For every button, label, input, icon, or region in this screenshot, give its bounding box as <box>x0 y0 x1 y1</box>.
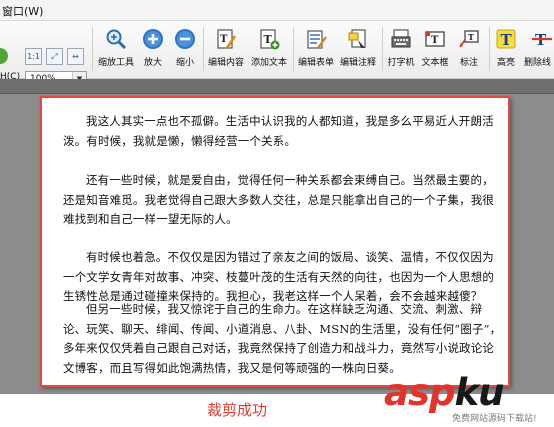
fit-width-button[interactable]: ↔ <box>67 48 84 65</box>
highlight-button[interactable]: T 高亮 <box>491 24 521 74</box>
partial-green-icon[interactable] <box>0 48 8 64</box>
zoom-tool-label: 缩放工具 <box>97 58 134 68</box>
actual-size-button[interactable]: 1:1 <box>25 48 42 65</box>
workspace-top-strip <box>0 79 554 94</box>
paragraph-4: 但另一些时候，我又惊诧于自己的生命力。在这样缺乏沟通、交流、刺激、辩论、玩笑、聊… <box>63 302 502 375</box>
add-text-label: 添加文本 <box>250 58 287 68</box>
callout-label: 标注 <box>459 58 478 68</box>
callout-icon: T <box>459 30 479 48</box>
plus-circle-icon <box>143 29 163 49</box>
textbox-label: 文本框 <box>421 58 449 68</box>
document-workspace[interactable]: 我这人其实一点也不孤僻。生活中认识我的人都知道，我是多么平易近人开朗活泼。有时候… <box>0 79 554 394</box>
watermark-subtitle: 免费网站源码下载站! <box>452 414 537 424</box>
edit-annotation-icon <box>348 29 366 48</box>
zoom-out-button[interactable]: 缩小 <box>171 24 199 74</box>
edit-content-label: 编辑内容 <box>207 58 244 68</box>
watermark-asp: asp <box>384 371 455 414</box>
svg-text:T: T <box>220 34 228 45</box>
watermark-logo: aspku <box>384 371 504 414</box>
toolbar-divider <box>489 27 490 71</box>
svg-text:T: T <box>468 32 474 42</box>
typewriter-button[interactable]: 打字机 <box>384 24 418 74</box>
zoom-tool-button[interactable]: 缩放工具 <box>94 24 138 74</box>
magnifier-icon <box>106 29 127 50</box>
menu-bar: 窗口(W) <box>0 0 554 21</box>
edit-content-icon: T <box>217 29 237 49</box>
minus-circle-icon <box>175 29 195 49</box>
edit-form-label: 编辑表单 <box>297 58 334 68</box>
highlight-icon: T <box>496 29 516 49</box>
edit-content-button[interactable]: T 编辑内容 <box>205 24 247 74</box>
fit-page-button[interactable]: ⤢ <box>46 48 63 65</box>
toolbar-divider <box>293 27 294 71</box>
textbox-button[interactable]: T 文本框 <box>418 24 452 74</box>
add-text-button[interactable]: T 添加文本 <box>248 24 290 74</box>
crop-success-caption: 裁剪成功 <box>207 401 268 419</box>
menu-window[interactable]: 窗口(W) <box>2 3 43 19</box>
add-text-icon: T <box>260 29 280 50</box>
edit-form-icon <box>307 30 327 49</box>
paragraph-3: 有时候也着急。不仅仅是因为错过了亲友之间的饭局、谈笑、温情，不仅仅因为一个文学女… <box>63 250 495 303</box>
highlight-label: 高亮 <box>496 58 515 68</box>
strikethrough-button[interactable]: T 删除线 <box>522 24 554 74</box>
strikethrough-label: 删除线 <box>524 58 552 68</box>
textbox-icon: T <box>425 31 445 47</box>
edit-form-button[interactable]: 编辑表单 <box>295 24 337 74</box>
toolbar-divider <box>203 27 204 71</box>
pdf-page[interactable]: 我这人其实一点也不孤僻。生活中认识我的人都知道，我是多么平易近人开朗活泼。有时候… <box>40 96 510 387</box>
paragraph-1: 我这人其实一点也不孤僻。生活中认识我的人都知道，我是多么平易近人开朗活泼。有时候… <box>63 114 494 148</box>
typewriter-icon <box>391 29 411 48</box>
strikethrough-icon: T <box>532 31 552 49</box>
toolbar-divider <box>382 27 383 71</box>
zoom-in-button[interactable]: 放大 <box>139 24 167 74</box>
svg-text:T: T <box>431 35 439 46</box>
typewriter-label: 打字机 <box>387 58 415 68</box>
callout-button[interactable]: T 标注 <box>453 24 485 74</box>
edit-annotation-button[interactable]: 编辑注释 <box>337 24 379 74</box>
zoom-in-label: 放大 <box>143 58 162 68</box>
svg-text:T: T <box>501 31 513 49</box>
watermark-ku: ku <box>454 371 504 414</box>
paragraph-2: 还有一些时候，就是爱自由，觉得任何一种关系都会束缚自己。当然最主要的，还是知音难… <box>63 173 495 226</box>
edit-annotation-label: 编辑注释 <box>339 58 376 68</box>
zoom-out-label: 缩小 <box>175 58 194 68</box>
toolbar-divider <box>92 27 93 71</box>
toolbar: H(C) 1:1 ⤢ ↔ 100% ▼ 缩放工具 放大 缩小 <box>0 21 554 88</box>
